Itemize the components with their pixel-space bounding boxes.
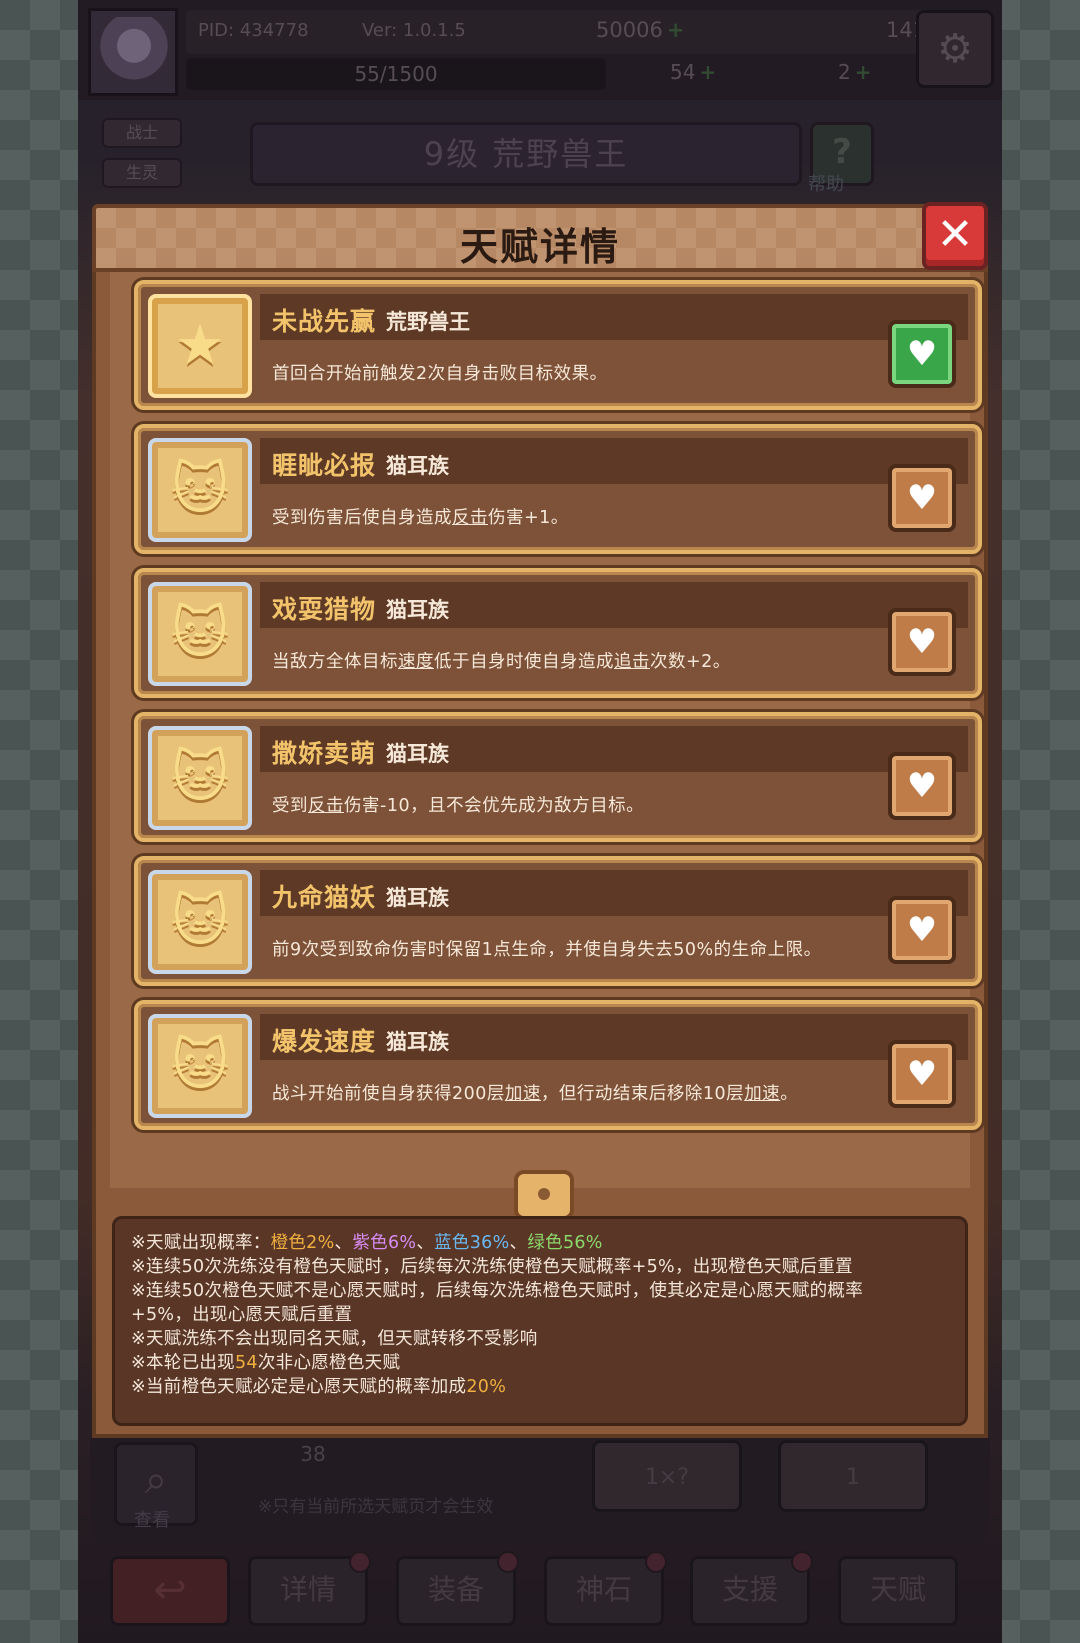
info-line: +5%，出现心愿天赋后重置 <box>131 1305 353 1325</box>
talent-tag: 猫耳族 <box>386 886 449 910</box>
wish-heart-icon[interactable]: ♥ <box>888 320 956 388</box>
talent-tag: 荒野兽王 <box>386 310 470 334</box>
wish-heart-icon[interactable]: ♥ <box>888 896 956 964</box>
talent-card[interactable]: 🐱 戏耍猎物 猫耳族当敌方全体目标速度低于自身时使自身造成追击次数+2。 ♥ <box>134 568 982 698</box>
desc-text: 首回合开始前触发2次自身击败目标效果。 <box>272 364 608 384</box>
desc-text: 受到 <box>272 796 308 816</box>
dialog-body: ★ 未战先赢 荒野兽王 首回合开始前触发2次自身击败目标效果。 ♥ 🐱 睚眦必报 猫耳族 受到伤… <box>92 272 988 1438</box>
talent-details-dialog: 天赋详情 ✕ ★ 未战先赢 荒野兽王首回合开始前触发2次自身击败目标效果。 ♥ 🐱 睚眦必… <box>92 202 988 1438</box>
talent-description: 当敌方全体目标速度低于自身时使自身造成追击次数+2。 <box>272 648 731 673</box>
desc-text: 前9次受到致命伤害时保留1点生命，并使自身失去50%的生命上限。 <box>272 940 822 960</box>
wish-heart-icon[interactable]: ♥ <box>888 752 956 820</box>
info-line: ※连续50次洗练没有橙色天赋时，后续每次洗练使橙色天赋概率+5%，出现橙色天赋后… <box>131 1257 853 1277</box>
talent-name: 戏耍猎物 <box>272 595 377 624</box>
info-line: ※天赋洗练不会出现同名天赋，但天赋转移不受影响 <box>131 1329 538 1349</box>
info-line: ※当前橙色天赋必定是心愿天赋的概率加成20% <box>131 1377 507 1397</box>
divider-ornament-icon <box>514 1170 574 1220</box>
talent-description: 首回合开始前触发2次自身击败目标效果。 <box>272 360 608 385</box>
keyword-link[interactable]: 追击 <box>614 652 650 672</box>
keyword-link[interactable]: 加速 <box>744 1084 780 1104</box>
talent-glyph: 🐱 <box>170 745 230 810</box>
dialog-title: 天赋详情 <box>459 225 620 269</box>
info-line: ※连续50次橙色天赋不是心愿天赋时，后续每次洗练橙色天赋时，使其必定是心愿天赋的… <box>131 1281 864 1301</box>
talent-description: 前9次受到致命伤害时保留1点生命，并使自身失去50%的生命上限。 <box>272 936 822 961</box>
cat-talent-icon: 🐱 <box>148 870 252 974</box>
talent-description: 受到伤害后使自身造成反击伤害+1。 <box>272 504 569 529</box>
keyword-link[interactable]: 反击 <box>308 796 344 816</box>
desc-text: 受到伤害后使自身造成 <box>272 508 452 528</box>
talent-card[interactable]: 🐱 爆发速度 猫耳族 战斗开始前使自身获得200层加速，但行动结束后移除10层加速。 ♥ <box>134 1000 982 1130</box>
star-talent-icon: ★ <box>148 294 252 398</box>
close-icon[interactable]: ✕ <box>922 202 988 270</box>
wish-heart-icon[interactable]: ♥ <box>888 464 956 532</box>
dialog-header: 天赋详情 <box>92 204 988 272</box>
talent-glyph: 🐱 <box>170 889 230 954</box>
cat-talent-icon: 🐱 <box>148 582 252 686</box>
wish-heart-icon[interactable]: ♥ <box>888 1040 956 1108</box>
cat-talent-icon: 🐱 <box>148 1014 252 1118</box>
talent-name: 睚眦必报 <box>272 451 377 480</box>
talent-tag: 猫耳族 <box>386 454 449 478</box>
keyword-link[interactable]: 速度 <box>398 652 434 672</box>
desc-text: 伤害+1。 <box>488 508 569 528</box>
info-probability: ※天赋出现概率：橙色2%、紫色6%、蓝色36%、绿色56% <box>131 1233 603 1253</box>
talent-card[interactable]: 🐱 撒娇卖萌 猫耳族受到反击伤害-10，且不会优先成为敌方目标。 ♥ <box>134 712 982 842</box>
wish-heart-icon[interactable]: ♥ <box>888 608 956 676</box>
talent-card[interactable]: 🐱 睚眦必报 猫耳族受到伤害后使自身造成反击伤害+1。 ♥ <box>134 424 982 554</box>
talent-info-box: ※天赋出现概率：橙色2%、紫色6%、蓝色36%、绿色56% ※连续50次洗练没有… <box>112 1216 968 1426</box>
talent-description: 受到反击伤害-10，且不会优先成为敌方目标。 <box>272 792 644 817</box>
cat-talent-icon: 🐱 <box>148 726 252 830</box>
talent-glyph: ★ <box>174 313 226 378</box>
talent-glyph: 🐱 <box>170 1033 230 1098</box>
keyword-link[interactable]: 加速 <box>505 1084 541 1104</box>
desc-text: 。 <box>780 1084 799 1104</box>
talent-card[interactable]: ★ 未战先赢 荒野兽王首回合开始前触发2次自身击败目标效果。 ♥ <box>134 280 982 410</box>
talent-name: 撒娇卖萌 <box>272 739 377 768</box>
talent-glyph: 🐱 <box>170 457 230 522</box>
keyword-link[interactable]: 反击 <box>452 508 488 528</box>
desc-text: 当敌方全体目标 <box>272 652 398 672</box>
info-line: ※本轮已出现54次非心愿橙色天赋 <box>131 1353 401 1373</box>
talent-glyph: 🐱 <box>170 601 230 666</box>
talent-card[interactable]: 🐱 九命猫妖 猫耳族前9次受到致命伤害时保留1点生命，并使自身失去50%的生命上限。… <box>134 856 982 986</box>
talent-description: 战斗开始前使自身获得200层加速，但行动结束后移除10层加速。 <box>272 1080 798 1105</box>
talent-name: 未战先赢 <box>272 307 377 336</box>
talent-tag: 猫耳族 <box>386 598 449 622</box>
talent-name: 九命猫妖 <box>272 883 377 912</box>
talent-name: 爆发速度 <box>272 1027 377 1056</box>
desc-text: ，但行动结束后移除10层 <box>540 1084 745 1104</box>
talent-tag: 猫耳族 <box>386 1030 449 1054</box>
talent-tag: 猫耳族 <box>386 742 449 766</box>
desc-text: 次数+2。 <box>650 652 731 672</box>
desc-text: 战斗开始前使自身获得200层 <box>272 1084 505 1104</box>
cat-talent-icon: 🐱 <box>148 438 252 542</box>
talent-list: ★ 未战先赢 荒野兽王 首回合开始前触发2次自身击败目标效果。 ♥ 🐱 睚眦必报 猫耳族 受到伤… <box>110 272 982 1188</box>
desc-text: 低于自身时使自身造成 <box>434 652 614 672</box>
desc-text: 伤害-10，且不会优先成为敌方目标。 <box>344 796 645 816</box>
